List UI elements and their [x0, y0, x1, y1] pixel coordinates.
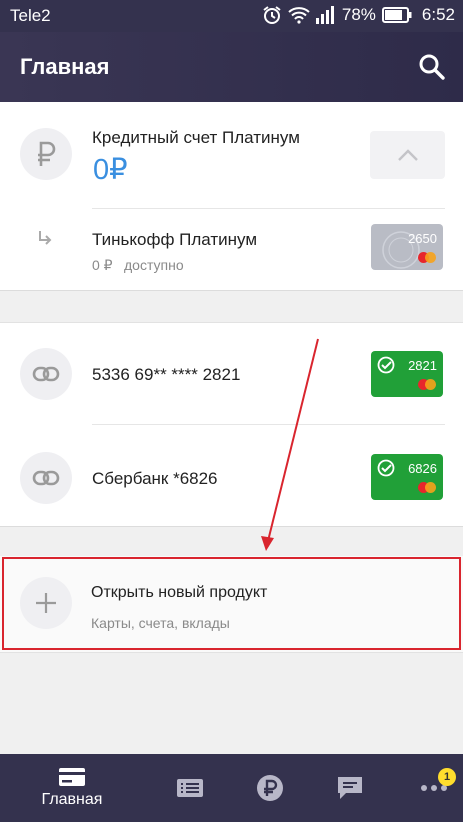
mastercard-icon	[418, 482, 436, 493]
status-bar: Tele2 78% 6:52	[0, 0, 463, 32]
available-label: доступно	[124, 257, 184, 273]
platinum-card-thumbnail[interactable]: 2650	[371, 224, 443, 270]
sber-logo-icon	[377, 356, 395, 374]
card-last4: 6826	[408, 461, 437, 476]
wifi-icon	[288, 7, 310, 24]
balance-currency: ₽	[109, 154, 128, 186]
alarm-icon	[263, 6, 281, 24]
card-last4: 2821	[408, 358, 437, 373]
bottom-nav: Главная 1	[0, 754, 463, 822]
card-last4: 2650	[408, 231, 437, 246]
credit-account-title: Кредитный счет Платинум	[92, 128, 300, 147]
chevron-up-icon	[397, 149, 418, 161]
nav-chat[interactable]	[330, 754, 370, 822]
nav-home-label: Главная	[41, 791, 103, 808]
linked-card-title: 5336 69** **** 2821	[92, 365, 241, 384]
battery-percent: 78%	[341, 5, 376, 24]
balance-value: 0	[93, 154, 110, 186]
notification-badge: 1	[438, 768, 456, 786]
ruble-circle-icon	[257, 775, 283, 801]
chat-icon	[338, 777, 362, 799]
carrier-name: Tele2	[10, 6, 51, 25]
link-icon	[20, 452, 72, 504]
page-title: Главная	[20, 54, 110, 79]
sub-account-title: Тинькофф Платинум	[92, 230, 258, 249]
sub-account-arrow-icon	[39, 231, 52, 245]
credit-balance: 0₽	[93, 152, 128, 187]
list-icon	[177, 779, 203, 797]
highlight-box	[2, 557, 461, 650]
linked-card-thumbnail[interactable]: 2821	[371, 351, 443, 397]
linked-card-title: Сбербанк *6826	[92, 469, 218, 488]
search-icon[interactable]	[417, 52, 447, 82]
mastercard-icon	[418, 252, 436, 263]
linked-card-thumbnail[interactable]: 6826	[371, 454, 443, 500]
divider	[92, 424, 445, 425]
available-amount: 0 ₽	[92, 257, 113, 273]
credit-account-card[interactable]: Кредитный счет Платинум Тинькофф Платину…	[0, 102, 463, 291]
app-bar: Главная	[0, 32, 463, 102]
sber-logo-icon	[377, 459, 395, 477]
card-icon	[59, 768, 85, 786]
nav-home[interactable]: Главная	[30, 754, 114, 822]
nav-more[interactable]: 1	[410, 754, 458, 822]
divider	[92, 208, 445, 209]
mastercard-icon	[418, 379, 436, 390]
status-icons: 78% 6:52	[262, 5, 455, 25]
ruble-icon	[20, 128, 72, 180]
link-icon	[20, 348, 72, 400]
signal-icon	[315, 6, 334, 24]
battery-icon	[381, 7, 412, 23]
linked-cards-card: 5336 69** **** 2821 2821 Сбербанк *6826 …	[0, 322, 463, 527]
nav-history[interactable]	[170, 754, 210, 822]
nav-payments[interactable]	[250, 754, 290, 822]
clock: 6:52	[421, 5, 455, 24]
collapse-button[interactable]	[370, 131, 445, 179]
